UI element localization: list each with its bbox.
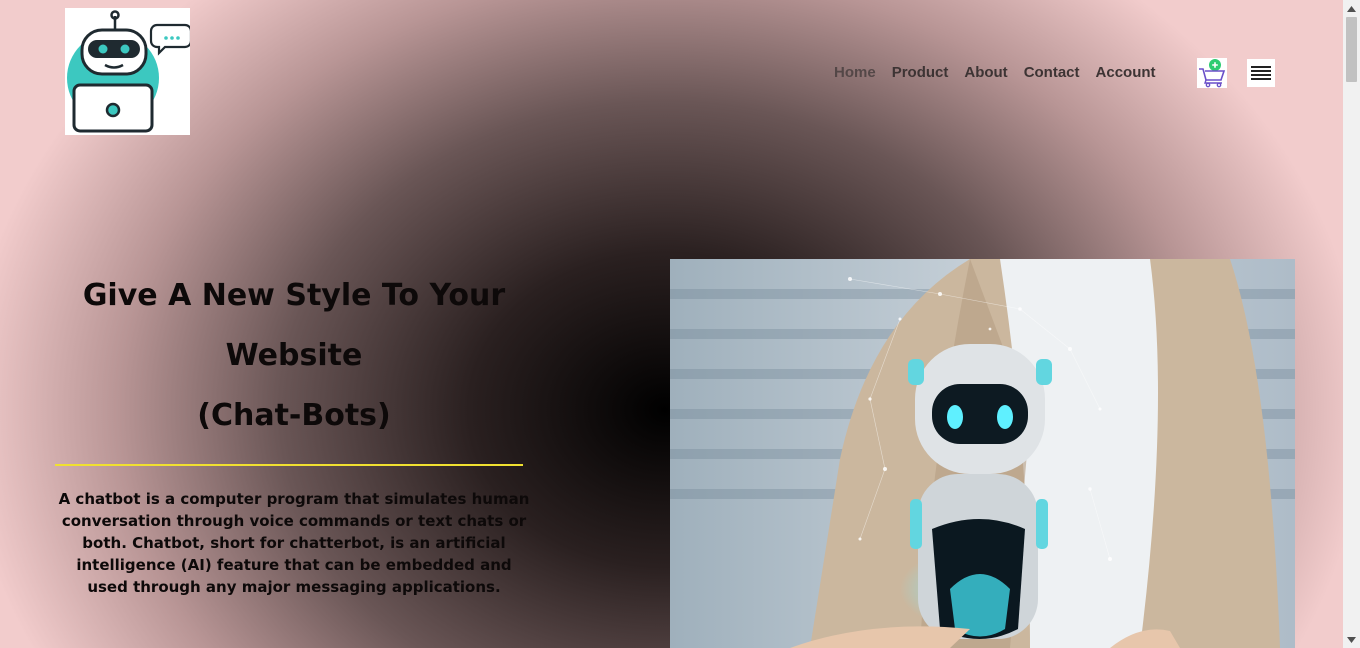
nav-product[interactable]: Product	[892, 64, 949, 81]
cart-button[interactable]	[1197, 58, 1227, 88]
nav-account[interactable]: Account	[1096, 64, 1156, 81]
nav-home[interactable]: Home	[834, 64, 876, 81]
site-logo[interactable]	[65, 8, 190, 135]
hero-title-line-3: (Chat-Bots)	[197, 398, 391, 433]
robot-hologram-image	[670, 259, 1295, 648]
hero-description: A chatbot is a computer program that sim…	[58, 490, 530, 596]
menu-button[interactable]	[1247, 59, 1275, 87]
vertical-scrollbar[interactable]	[1343, 0, 1360, 648]
nav-about[interactable]: About	[964, 64, 1007, 81]
hero-text-block: Give A New Style To Your Website (Chat-B…	[55, 266, 533, 446]
hero-image	[670, 259, 1295, 648]
hero-title-line-2: Website	[225, 338, 363, 373]
robot-logo-icon	[67, 10, 190, 133]
hamburger-menu-icon	[1251, 66, 1271, 80]
shopping-cart-icon	[1199, 59, 1226, 88]
page: Home Product About Contact Account Give …	[0, 0, 1343, 648]
scrollbar-thumb[interactable]	[1346, 17, 1357, 82]
main-nav: Home Product About Contact Account	[826, 64, 1164, 81]
hero-title: Give A New Style To Your Website (Chat-B…	[55, 266, 533, 446]
scroll-up-arrow-icon[interactable]	[1343, 0, 1360, 17]
title-divider	[55, 464, 523, 466]
nav-contact[interactable]: Contact	[1024, 64, 1080, 81]
scroll-down-arrow-icon[interactable]	[1343, 631, 1360, 648]
hero-title-line-1: Give A New Style To Your	[82, 278, 506, 313]
